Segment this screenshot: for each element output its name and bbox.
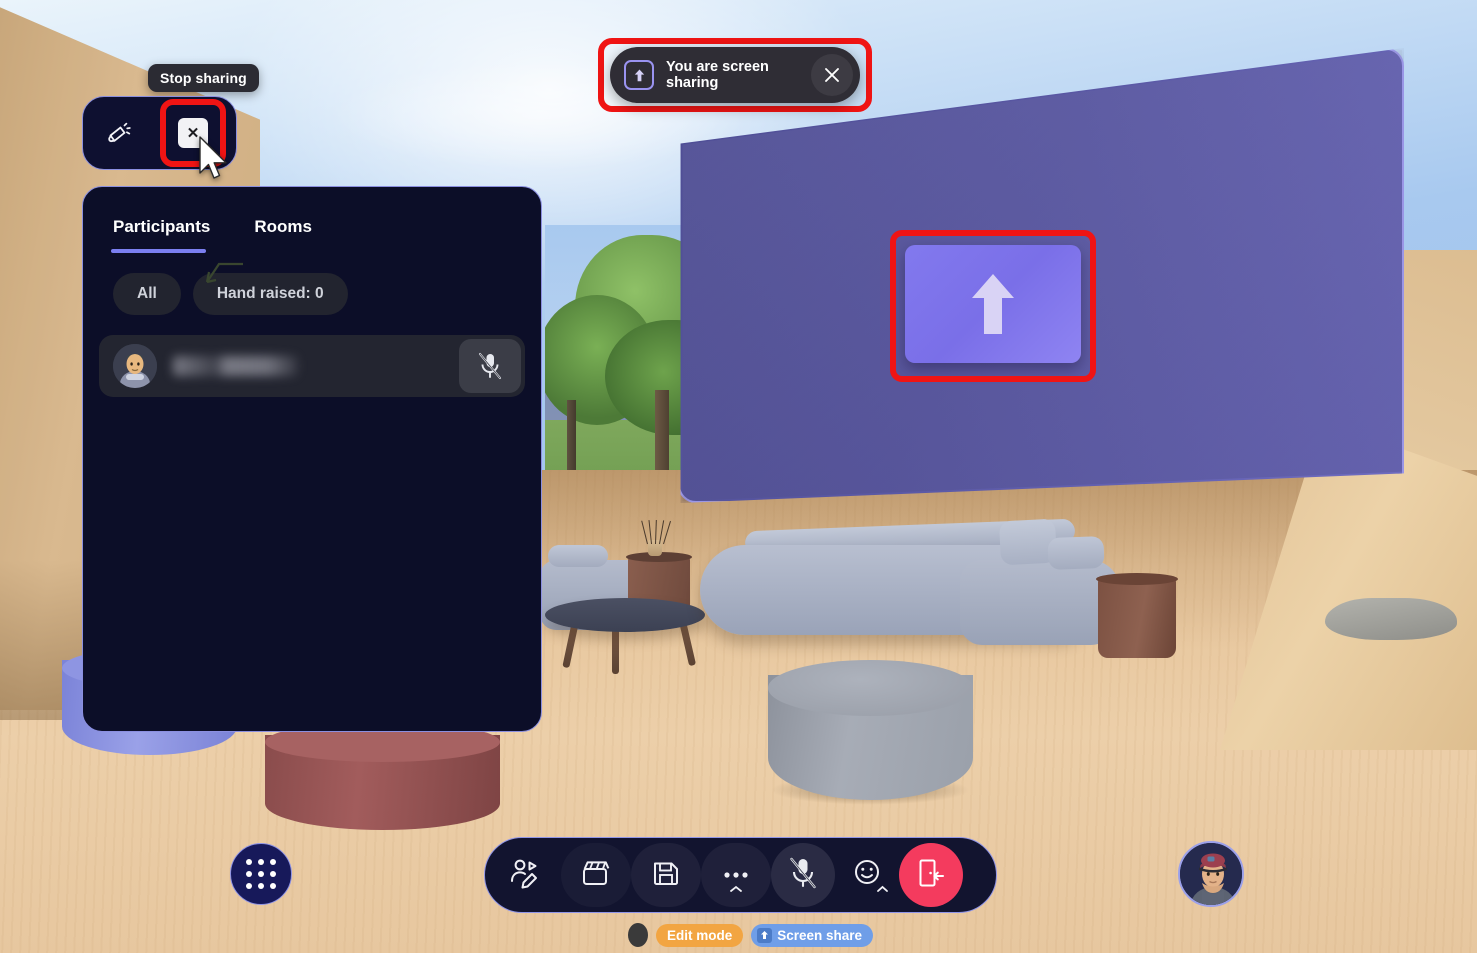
screen-share-badge-label: Screen share [777,927,863,943]
decor-sticks [641,518,671,545]
stop-sharing-tooltip: Stop sharing [148,64,259,92]
reactions-button[interactable] [835,843,899,907]
active-tab-underline [111,249,206,253]
self-avatar[interactable] [1178,841,1244,907]
more-options-button[interactable] [701,843,771,907]
participant-name-redacted [173,356,298,376]
bottom-toolbar [484,837,997,913]
app-window: You are screen sharing Stop sharing ✕ Pa… [0,0,1477,953]
sofa-segment-right [960,560,1120,645]
sofa-left-backrest [548,545,608,567]
participant-mic-off-icon[interactable] [459,339,521,393]
leave-button[interactable] [899,843,963,907]
screen-share-mini-bar [82,96,237,170]
wooden-stool-top [1096,573,1178,585]
participant-list [83,315,541,397]
filter-chip-hand-raised[interactable]: Hand raised: 0 [192,273,348,315]
status-strip: Edit mode Screen share [628,923,874,947]
screen-sharing-banner: You are screen sharing [610,47,860,103]
wooden-stool [1098,578,1176,658]
screen-share-up-icon [624,60,654,90]
coffee-table [545,598,705,632]
screen-sharing-banner-label: You are screen sharing [666,59,769,91]
chevron-up-icon [729,880,743,898]
round-ottoman-top [768,660,973,716]
save-button[interactable] [631,843,701,907]
panel-tab-bar: Participants Rooms [83,187,541,249]
customize-avatar-button[interactable] [491,843,561,907]
participants-panel: Participants Rooms All Hand raised: 0 [82,186,542,732]
avatar-edit-icon [509,857,543,894]
floppy-save-icon [652,859,680,892]
chevron-up-icon [876,880,889,898]
microphone-button[interactable] [771,843,835,907]
record-button[interactable] [561,843,631,907]
participant-avatar [113,344,157,388]
apps-grid-icon [246,859,276,889]
up-arrow-icon [757,927,773,943]
megaphone-icon[interactable] [101,115,137,151]
edit-mode-badge[interactable]: Edit mode [656,923,744,947]
status-indicator-dot [628,923,648,947]
participant-row[interactable] [99,335,525,397]
clapperboard-icon [580,858,612,893]
tab-rooms[interactable]: Rooms [254,217,312,249]
apps-grid-button[interactable] [230,843,292,905]
screen-share-badge[interactable]: Screen share [751,923,874,947]
leave-door-icon [916,857,946,894]
stop-sharing-close-button[interactable]: ✕ [178,118,208,148]
table-leg [612,628,619,674]
mic-off-icon [788,856,818,895]
decor-rock [1325,598,1457,640]
tab-participants[interactable]: Participants [113,217,210,249]
sofa-cushion [1047,536,1105,570]
participant-filters: All Hand raised: 0 [83,249,541,315]
screen-share-placeholder-tile[interactable] [905,245,1081,363]
tree-trunk [567,400,576,480]
filter-chip-all[interactable]: All [113,273,181,315]
close-banner-button[interactable] [811,54,853,96]
